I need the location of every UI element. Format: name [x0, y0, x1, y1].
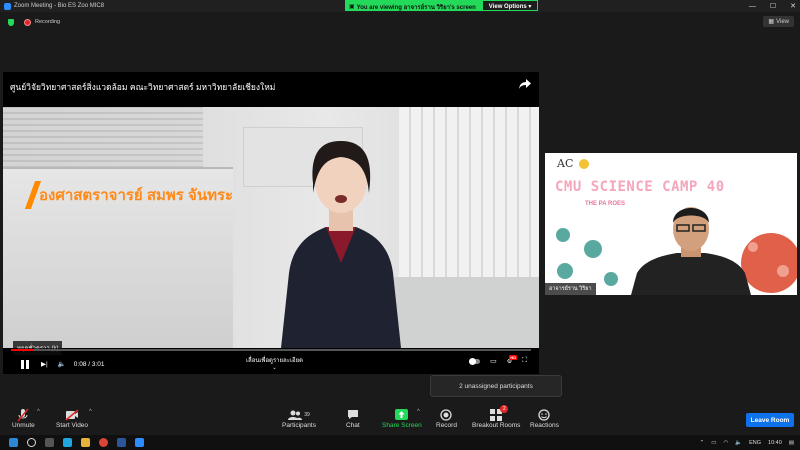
windows-taskbar: ⌃ ▭ ◠ 🔈 ENG 10:40 ▤ — [0, 435, 800, 450]
close-icon[interactable]: ✕ — [790, 2, 796, 10]
chat-label: Chat — [346, 422, 360, 429]
share-screen-label: Share Screen — [382, 422, 422, 429]
participant-video-tile[interactable]: AC CMU SCIENCE CAMP 40 THE PA ROES อาจาร… — [545, 153, 797, 295]
video-progress-fill — [11, 349, 34, 351]
participants-count: 39 — [304, 411, 310, 418]
video-options-chevron-icon[interactable]: ^ — [89, 409, 92, 415]
viewing-banner: ▣ You are viewing อาจารย์ราน วิริยา's sc… — [345, 0, 539, 11]
participants-button[interactable]: 39 Participants — [282, 407, 316, 429]
video-off-icon — [65, 407, 79, 422]
unassigned-participants-text: 2 unassigned participants — [459, 382, 533, 390]
share-screen-icon — [395, 407, 409, 422]
unmute-label: Unmute — [12, 422, 35, 429]
clock[interactable]: 10:40 — [768, 440, 782, 446]
reactions-label: Reactions — [530, 422, 559, 429]
reactions-smile-icon — [538, 407, 551, 422]
record-icon — [440, 407, 453, 422]
leave-room-button[interactable]: Leave Room — [746, 413, 794, 427]
window-title-text: Zoom Meeting - Bio ES Zoo MIC8 — [14, 3, 105, 9]
video-time: 0:08 / 3:01 — [73, 360, 105, 368]
view-options-label: View Options — [488, 3, 527, 10]
lower-third-caption: องศาสตราจารย์ สมพร จันทระ — [39, 187, 234, 204]
muted-microphone-icon — [17, 407, 29, 422]
audio-options-chevron-icon[interactable]: ^ — [37, 409, 40, 415]
task-view-icon[interactable] — [45, 438, 54, 447]
file-explorer-icon[interactable] — [81, 438, 90, 447]
participants-icon: 39 — [288, 407, 310, 422]
captions-icon[interactable]: ▭ — [490, 357, 497, 365]
viewing-banner-label: ▣ You are viewing อาจารย์ราน วิริยา's sc… — [345, 0, 482, 11]
wifi-icon[interactable]: ◠ — [723, 440, 728, 446]
participant-person — [631, 207, 751, 295]
breakout-rooms-icon: 2 — [490, 405, 509, 422]
share-screen-button[interactable]: Share Screen — [382, 407, 422, 429]
viewing-banner-text: You are viewing อาจารย์ราน วิริยา's scre… — [356, 4, 476, 11]
speaker-figure — [281, 141, 401, 348]
fullscreen-icon[interactable]: ⛶ — [522, 357, 527, 365]
volume-icon[interactable]: 🔈 — [58, 360, 66, 368]
zoom-taskbar-icon[interactable] — [135, 438, 144, 447]
participant-name-tag: อาจารย์ราน วิริยา — [545, 283, 596, 295]
recording-label: Recording — [35, 19, 61, 25]
leave-room-label: Leave Room — [750, 416, 790, 424]
meeting-toolbar: Unmute ^ Start Video ^ 39 Participants C… — [0, 403, 800, 435]
unmute-button[interactable]: Unmute — [12, 407, 35, 429]
title-bar: Zoom Meeting - Bio ES Zoo MIC8 ▣ You are… — [0, 0, 800, 12]
breakout-rooms-label: Breakout Rooms — [472, 422, 521, 429]
video-controls: เลื่อนเพื่อดูรายละเอียด ⌄ ▶| 🔈 0:08 / 3:… — [3, 348, 539, 374]
view-options-button[interactable]: View Options ▾ — [481, 0, 539, 11]
share-icon[interactable] — [519, 79, 531, 89]
chevron-up-icon[interactable]: ⌃ — [700, 440, 705, 446]
video-title[interactable]: ศูนย์วิจัยวิทยาศาสตร์สิ่งแวดล้อม คณะวิทย… — [10, 80, 275, 94]
next-icon[interactable]: ▶| — [41, 360, 48, 368]
search-icon[interactable] — [27, 438, 36, 447]
shared-screen[interactable]: ศูนย์วิจัยวิทยาศาสตร์สิ่งแวดล้อม คณะวิทย… — [3, 72, 539, 374]
view-button-label: View — [776, 18, 789, 25]
window-blinds-decoration — [399, 107, 539, 287]
zoom-window: Zoom Meeting - Bio ES Zoo MIC8 ▣ You are… — [0, 0, 800, 450]
start-video-label: Start Video — [56, 422, 89, 429]
language-indicator[interactable]: ENG — [749, 440, 761, 446]
breakout-rooms-badge: 2 — [500, 405, 509, 413]
unassigned-participants-popup[interactable]: 2 unassigned participants — [430, 375, 562, 397]
settings-gear-icon[interactable]: ⚙ HD — [507, 354, 518, 365]
reactions-button[interactable]: Reactions — [530, 407, 559, 429]
notifications-icon[interactable]: ▤ — [789, 440, 794, 446]
window-title: Zoom Meeting - Bio ES Zoo MIC8 — [4, 2, 105, 10]
zoom-app-icon — [4, 2, 11, 10]
chevron-down-icon: ▾ — [526, 4, 532, 10]
participants-label: Participants — [282, 422, 316, 429]
battery-icon[interactable]: ▭ — [711, 440, 716, 446]
word-icon[interactable] — [117, 438, 126, 447]
screen-share-icon: ▣ — [349, 4, 355, 10]
grid-icon: ▦ — [768, 19, 775, 25]
meeting-status-row: Recording ▦ View — [0, 14, 800, 30]
breakout-rooms-button[interactable]: 2 Breakout Rooms — [472, 405, 521, 429]
chat-bubble-icon — [347, 407, 359, 422]
recording-icon — [24, 18, 31, 26]
view-button[interactable]: ▦ View — [763, 16, 794, 27]
chrome-icon[interactable] — [99, 438, 108, 447]
video-progress-bar[interactable] — [11, 349, 531, 351]
autoplay-toggle[interactable] — [469, 357, 481, 365]
maximize-icon[interactable]: ☐ — [770, 2, 776, 10]
windows-start-icon[interactable] — [9, 438, 18, 447]
speaker-icon[interactable]: 🔈 — [735, 440, 742, 446]
video-right-controls: ▭ ⚙ HD ⛶ — [469, 354, 527, 365]
pause-icon[interactable] — [21, 359, 29, 369]
record-label: Record — [436, 422, 457, 429]
start-video-button[interactable]: Start Video — [56, 407, 88, 429]
chat-button[interactable]: Chat — [346, 407, 360, 429]
window-controls: — ☐ ✕ — [749, 0, 796, 12]
video-controls-row: ▶| 🔈 0:08 / 3:01 — [3, 357, 539, 371]
video-scene[interactable]: องศาสตราจารย์ สมพร จันทระ — [3, 107, 539, 348]
record-button[interactable]: Record — [436, 407, 457, 429]
encryption-shield-icon[interactable] — [8, 18, 14, 26]
system-tray: ⌃ ▭ ◠ 🔈 ENG 10:40 ▤ — [700, 435, 794, 450]
minimize-icon[interactable]: — — [749, 3, 756, 10]
edge-browser-icon[interactable] — [63, 438, 72, 447]
share-options-chevron-icon[interactable]: ^ — [417, 409, 420, 415]
